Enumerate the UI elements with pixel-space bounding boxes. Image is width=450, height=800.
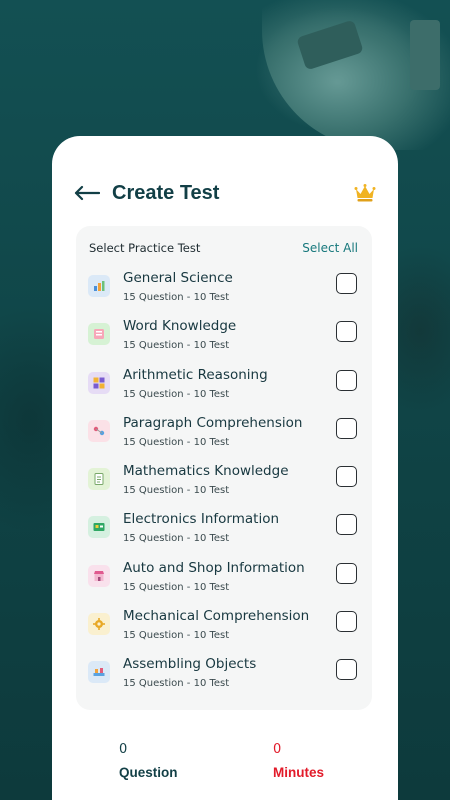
test-name: Mathematics Knowledge [123,463,289,480]
test-details: 15 Question - 10 Test [123,485,230,497]
paragraph-icon [88,419,110,442]
create-test-card: Create Test Select Practice Test Select … [52,136,398,800]
select-all-link[interactable]: Select All [302,241,358,255]
test-details: 15 Question - 10 Test [123,292,230,303]
helmet-mount-image [410,20,440,90]
science-icon [88,275,110,297]
test-checkbox[interactable] [336,417,357,439]
test-checkbox[interactable] [336,466,357,488]
list-item[interactable]: General Science 15 Question - 10 Test [76,270,372,318]
test-details: 15 Question - 10 Test [123,388,230,400]
summary-bar: 0 Question 0 Minutes [52,738,398,800]
minutes-count-value: 0 [273,742,282,757]
practice-test-panel: Select Practice Test Select All General … [76,226,372,710]
list-item[interactable]: Mechanical Comprehension 15 Question - 1… [76,608,372,656]
minutes-count: 0 Minutes [273,742,324,780]
test-name: Electronics Information [123,511,280,528]
page-title: Create Test [112,181,220,204]
math-notebook-icon [88,468,110,491]
list-item[interactable]: Auto and Shop Information 15 Question - … [76,560,372,608]
test-checkbox[interactable] [336,611,357,633]
header: Create Test [74,178,376,208]
arrow-left-icon[interactable] [74,182,102,204]
test-name: Word Knowledge [123,318,237,335]
list-item[interactable]: Word Knowledge 15 Question - 10 Test [76,318,372,366]
test-name: Auto and Shop Information [123,559,305,576]
test-name: Arithmetic Reasoning [123,366,268,383]
panel-label: Select Practice Test [89,241,201,255]
minutes-count-label: Minutes [273,765,325,780]
assembly-icon [88,661,110,684]
list-item[interactable]: Electronics Information 15 Question - 10… [76,511,372,559]
test-checkbox[interactable] [336,273,357,294]
test-name: General Science [123,270,233,286]
book-icon [88,323,110,346]
test-checkbox[interactable] [336,369,357,391]
test-name: Mechanical Comprehension [123,608,310,625]
list-item[interactable]: Assembling Objects 15 Question - 10 Test [76,656,372,704]
test-details: 15 Question - 10 Test [123,533,230,545]
test-name: Assembling Objects [123,656,257,673]
test-details: 15 Question - 10 Test [123,340,230,352]
test-checkbox[interactable] [336,659,357,681]
test-details: 15 Question - 10 Test [123,581,230,593]
circuit-board-icon [88,516,110,539]
list-item[interactable]: Paragraph Comprehension 15 Question - 10… [76,415,372,463]
test-name: Paragraph Comprehension [123,414,303,431]
panel-header: Select Practice Test Select All [76,226,372,258]
shop-icon [88,564,110,587]
question-count: 0 Question [119,742,178,780]
test-checkbox[interactable] [336,562,357,584]
crown-icon[interactable] [354,183,376,203]
question-count-label: Question [119,765,178,780]
test-details: 15 Question - 10 Test [123,436,230,448]
test-checkbox[interactable] [336,514,357,536]
test-details: 15 Question - 10 Test [123,678,230,690]
gear-icon [88,613,110,636]
list-item[interactable]: Arithmetic Reasoning 15 Question - 10 Te… [76,367,372,415]
test-details: 15 Question - 10 Test [123,630,230,642]
question-count-value: 0 [119,742,128,757]
list-item[interactable]: Mathematics Knowledge 15 Question - 10 T… [76,463,372,511]
test-list: General Science 15 Question - 10 Test Wo… [76,270,372,705]
test-checkbox[interactable] [336,321,357,343]
calculator-icon [88,371,110,394]
